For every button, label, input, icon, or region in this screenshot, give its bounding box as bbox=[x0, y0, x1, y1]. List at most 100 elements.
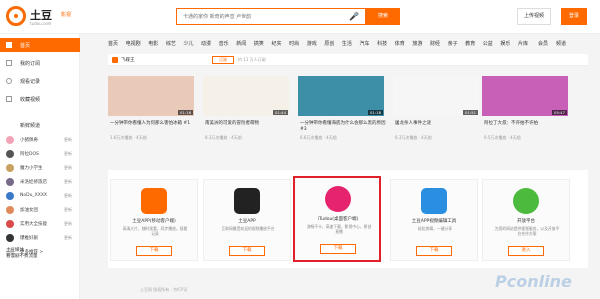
video-meta: 6.3万次播放 · 4天前 bbox=[395, 135, 432, 140]
nav-item[interactable]: 搞笑 bbox=[254, 41, 264, 47]
nav-item[interactable]: 旅游 bbox=[412, 41, 422, 47]
avatar bbox=[6, 234, 14, 242]
microphone-icon[interactable]: 🎤 bbox=[349, 12, 359, 21]
subscribe-button[interactable]: 订阅 bbox=[212, 56, 234, 64]
nav-item[interactable]: 电视剧 bbox=[126, 41, 141, 47]
download-button[interactable]: 下载 bbox=[320, 244, 356, 254]
sidebar-item-subscriptions[interactable]: 我的订阅 bbox=[0, 56, 80, 70]
avatar bbox=[6, 136, 14, 144]
search-button[interactable]: 搜索 bbox=[366, 8, 400, 25]
download-button[interactable]: 下载 bbox=[136, 246, 172, 256]
nav-item[interactable]: 动漫 bbox=[201, 41, 211, 47]
nav-item[interactable]: 教育 bbox=[465, 41, 475, 47]
video-thumbnail[interactable]: 01:44 bbox=[203, 76, 289, 116]
sub-name: 魔力小学生 bbox=[20, 166, 43, 171]
nav-item[interactable]: 时尚 bbox=[289, 41, 299, 47]
video-meta: 1.6万次播放 · 4天前 bbox=[110, 135, 147, 140]
nav-member-link[interactable]: 会员 bbox=[538, 41, 548, 47]
sidebar-sub-item[interactable]: 小猪佩奇 更新 bbox=[0, 134, 80, 146]
sidebar-sub-item[interactable]: NoDu_XXXX 更新 bbox=[0, 190, 80, 202]
nav-item[interactable]: 体育 bbox=[395, 41, 405, 47]
sidebar-item-home[interactable]: 首页 bbox=[0, 38, 80, 52]
channel-avatar[interactable] bbox=[112, 57, 118, 63]
upload-video-button[interactable]: 上传视频 bbox=[517, 8, 551, 25]
sub-tag: 更新 bbox=[64, 165, 72, 170]
nav-item[interactable]: 纪实 bbox=[271, 41, 281, 47]
sidebar-sub-item[interactable]: 魔力小学生 更新 bbox=[0, 162, 80, 174]
tudou-app-icon[interactable] bbox=[141, 188, 167, 214]
video-title[interactable]: 一分钟带你看懂人为何那么害怕冰箱 #1 bbox=[110, 121, 198, 127]
sub-name: 实用大全技能 bbox=[20, 222, 47, 227]
sub-name: NoDu_XXXX bbox=[20, 193, 48, 198]
sidebar-section-title: 新鲜频道 bbox=[20, 123, 41, 129]
clock-icon bbox=[6, 78, 12, 84]
sub-tag: 更新 bbox=[64, 137, 72, 142]
sidebar-sub-item[interactable]: 爆推好剧 更新 bbox=[0, 232, 80, 244]
tudou-logo-icon[interactable] bbox=[6, 6, 26, 26]
nav-item[interactable]: 新闻 bbox=[236, 41, 246, 47]
video-title[interactable]: 阿拉丁大叔：不许拍不许拍 bbox=[484, 121, 572, 127]
app-card-title: 土豆APP视频编辑工具 bbox=[411, 219, 457, 224]
sidebar-sub-item[interactable]: 实用大全技能 更新 bbox=[0, 218, 80, 230]
sidebar-sub-item[interactable]: 阿拉DOS 更新 bbox=[0, 148, 80, 160]
search-input[interactable] bbox=[177, 9, 347, 24]
logo-channel-label[interactable]: 影视 bbox=[61, 11, 71, 18]
app-card-title: 土豆APP bbox=[238, 219, 256, 224]
video-meta: 8.3万次播放 · 4天前 bbox=[205, 135, 242, 140]
nav-item[interactable]: 综艺 bbox=[166, 41, 176, 47]
editor-app-icon[interactable] bbox=[421, 188, 447, 214]
nav-item[interactable]: 娱乐 bbox=[500, 41, 510, 47]
nav-channel-link[interactable]: 频道 bbox=[556, 41, 566, 47]
avatar bbox=[6, 150, 14, 158]
sub-name: 阿拉DOS bbox=[20, 152, 39, 157]
enter-button[interactable]: 进入 bbox=[508, 246, 544, 256]
nav-item[interactable]: 汽车 bbox=[360, 41, 370, 47]
login-button[interactable]: 登录 bbox=[561, 8, 587, 25]
sidebar-sub-item[interactable]: 米洛娃修旅店 更新 bbox=[0, 176, 80, 188]
sidebar-bottom-promo[interactable]: 土豆媒体 看漫剧不费流量 bbox=[6, 248, 38, 260]
app-card-open-platform: 开放平台 为您的网站提供视频服务，以及开放平台合作方案 进入 bbox=[482, 179, 570, 261]
nav-item[interactable]: 少儿 bbox=[183, 41, 193, 47]
channel-name[interactable]: 飞碟王 bbox=[121, 57, 135, 63]
nav-right: 会员 频道 bbox=[538, 40, 574, 47]
nav-item[interactable]: 原创 bbox=[324, 41, 334, 47]
video-thumbnail[interactable]: 01:18 bbox=[108, 76, 194, 116]
app-card-mobile: 土豆APP(移动客户端) 高清大片，随时观看，同步播放，观看记录 下载 bbox=[110, 179, 198, 261]
nav-item[interactable]: 电影 bbox=[148, 41, 158, 47]
download-button[interactable]: 下载 bbox=[416, 246, 452, 256]
video-thumbnail[interactable]: 01:51 bbox=[393, 76, 479, 116]
star-icon bbox=[6, 96, 12, 102]
tudou-app-icon[interactable] bbox=[234, 188, 260, 214]
video-title[interactable]: 屠龙杀人事件之谜 bbox=[395, 121, 483, 127]
sub-tag: 更新 bbox=[64, 221, 72, 226]
nav-item[interactable]: 片库 bbox=[518, 41, 528, 47]
footer-text: 土豆网 版权所有 · 京ICP证 bbox=[140, 287, 188, 292]
nav-item[interactable]: 公益 bbox=[483, 41, 493, 47]
sub-name: 小猪佩奇 bbox=[20, 138, 38, 143]
video-title[interactable]: 一分钟带你看懂海底为什么会那么黑的原因 #3 bbox=[300, 121, 388, 133]
video-title[interactable]: 南美洲的可爱的冒险者萌物 bbox=[205, 121, 293, 127]
sidebar-item-label: 我的订阅 bbox=[20, 61, 41, 67]
video-thumbnail[interactable]: 05:47 bbox=[482, 76, 568, 116]
sidebar-item-history[interactable]: 观看记录 bbox=[0, 74, 80, 88]
sidebar-item-label: 首页 bbox=[20, 43, 31, 49]
sub-name: 爆推好剧 bbox=[20, 236, 38, 241]
app-card-desc: 轻松剪辑，一键分享 bbox=[417, 226, 453, 231]
video-thumbnail[interactable]: 01:18 bbox=[298, 76, 384, 116]
nav-item[interactable]: 财经 bbox=[430, 41, 440, 47]
nav-item[interactable]: 生活 bbox=[342, 41, 352, 47]
open-platform-icon[interactable] bbox=[513, 188, 539, 214]
nav-item[interactable]: 音乐 bbox=[219, 41, 229, 47]
nav-item[interactable]: 科技 bbox=[377, 41, 387, 47]
nav-item[interactable]: 亲子 bbox=[448, 41, 458, 47]
nav-item[interactable]: 首页 bbox=[108, 41, 118, 47]
watermark: Pconline bbox=[495, 272, 572, 291]
video-duration: 01:44 bbox=[273, 110, 288, 115]
sidebar-item-favorites[interactable]: 收藏视频 bbox=[0, 92, 80, 106]
download-button[interactable]: 下载 bbox=[229, 246, 265, 256]
nav-item[interactable]: 游戏 bbox=[307, 41, 317, 47]
avatar bbox=[6, 178, 14, 186]
sidebar-sub-item[interactable]: 加油女团 更新 bbox=[0, 204, 80, 216]
video-meta: 6.6万次播放 · 4天前 bbox=[300, 135, 337, 140]
itudou-app-icon[interactable] bbox=[325, 186, 351, 212]
